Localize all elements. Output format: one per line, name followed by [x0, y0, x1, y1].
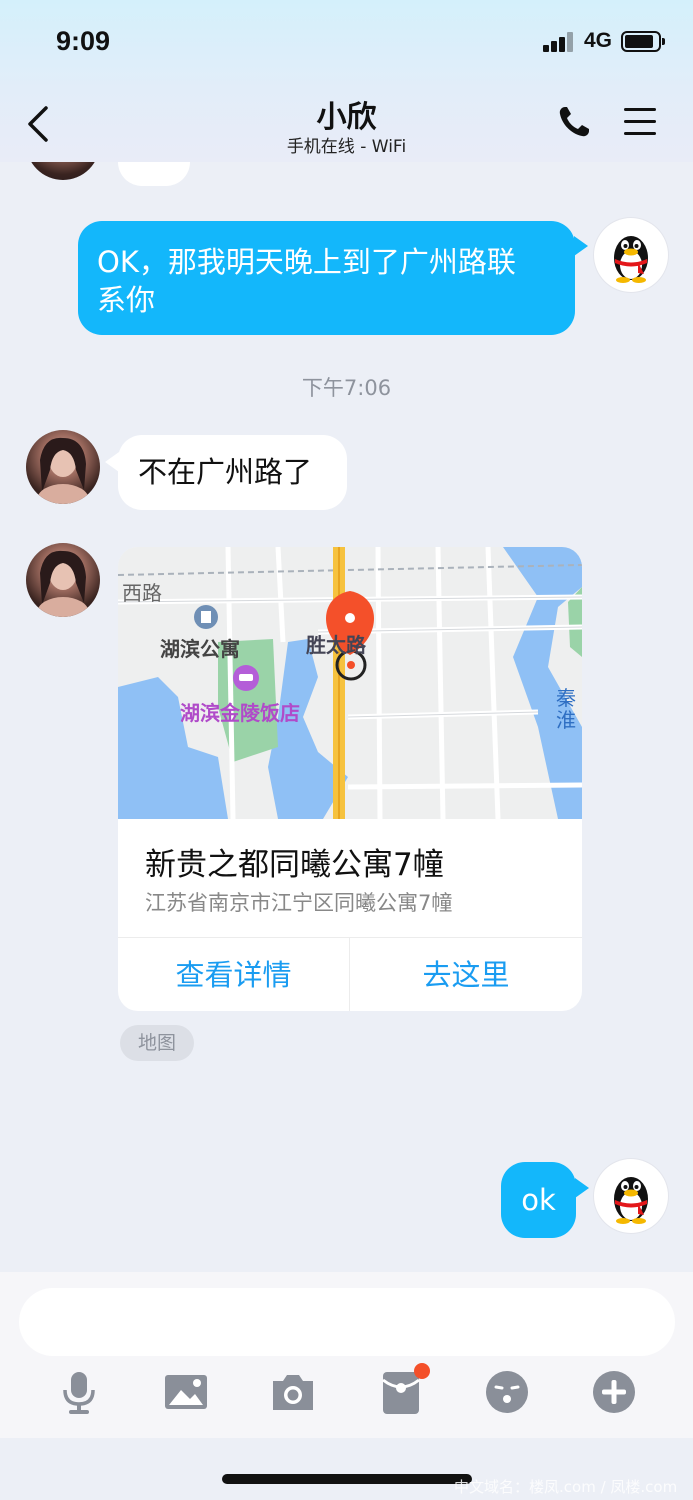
message-input[interactable] — [19, 1288, 675, 1356]
camera-icon[interactable] — [269, 1368, 317, 1416]
outgoing-message-bubble[interactable]: ok — [501, 1162, 576, 1238]
menu-icon[interactable] — [622, 106, 658, 138]
incoming-message-bubble[interactable]: 不在广州路了 — [118, 435, 347, 510]
phone-icon[interactable] — [556, 104, 592, 140]
image-icon[interactable] — [162, 1368, 210, 1416]
map-preview[interactable]: 西路 湖滨公寓 湖滨金陵饭店 胜太路 秦淮 — [118, 547, 582, 819]
network-label: 4G — [584, 29, 613, 52]
location-actions: 查看详情 去这里 — [118, 937, 582, 1011]
location-name: 新贵之都同曦公寓7幢 — [145, 847, 444, 883]
contact-avatar[interactable] — [26, 543, 100, 617]
view-details-button[interactable]: 查看详情 — [118, 938, 350, 1011]
status-bar-overlay: 9:09 4G — [0, 0, 693, 84]
bubble-tail — [574, 236, 588, 256]
notification-dot — [414, 1363, 430, 1379]
map-label-road: 西路 — [122, 581, 162, 605]
plus-icon[interactable] — [590, 1368, 638, 1416]
bubble-tail — [105, 452, 119, 472]
map-label-poi: 湖滨金陵饭店 — [180, 701, 300, 725]
qq-penguin-icon — [614, 1177, 648, 1224]
contact-avatar[interactable] — [26, 430, 100, 504]
avatar-photo — [37, 437, 89, 504]
my-avatar[interactable] — [594, 1159, 668, 1233]
outgoing-message-bubble[interactable]: OK，那我明天晚上到了广州路联 系你 — [78, 221, 575, 335]
location-address: 江苏省南京市江宁区同曦公寓7幢 — [145, 891, 453, 915]
emoji-icon[interactable] — [483, 1368, 531, 1416]
input-panel — [0, 1272, 693, 1438]
map-graphic — [118, 547, 582, 819]
navigate-button[interactable]: 去这里 — [350, 938, 582, 1011]
watermark: 中文域名：楼凤.com / 凤楼.com — [454, 1478, 678, 1496]
home-indicator — [222, 1474, 472, 1484]
map-label-poi: 秦淮 — [556, 686, 576, 732]
map-label-poi: 湖滨公寓 — [160, 637, 240, 661]
microphone-icon[interactable] — [55, 1368, 103, 1416]
my-avatar[interactable] — [594, 218, 668, 292]
map-label-poi: 胜太路 — [306, 633, 366, 657]
qq-penguin-icon — [614, 236, 648, 283]
chat-header-overlay: 小欣 手机在线 - WiFi — [0, 84, 693, 162]
message-timestamp: 下午7:06 — [301, 376, 392, 400]
location-card[interactable]: 西路 湖滨公寓 湖滨金陵饭店 胜太路 秦淮 新贵之都同曦公寓7幢 江苏省南京市江… — [118, 547, 582, 1011]
status-time: 9:09 — [56, 26, 111, 56]
bubble-tail — [575, 1178, 589, 1198]
signal-icon — [543, 32, 575, 52]
avatar-photo — [37, 550, 89, 617]
battery-icon — [621, 31, 665, 52]
map-tag-badge: 地图 — [120, 1025, 194, 1061]
